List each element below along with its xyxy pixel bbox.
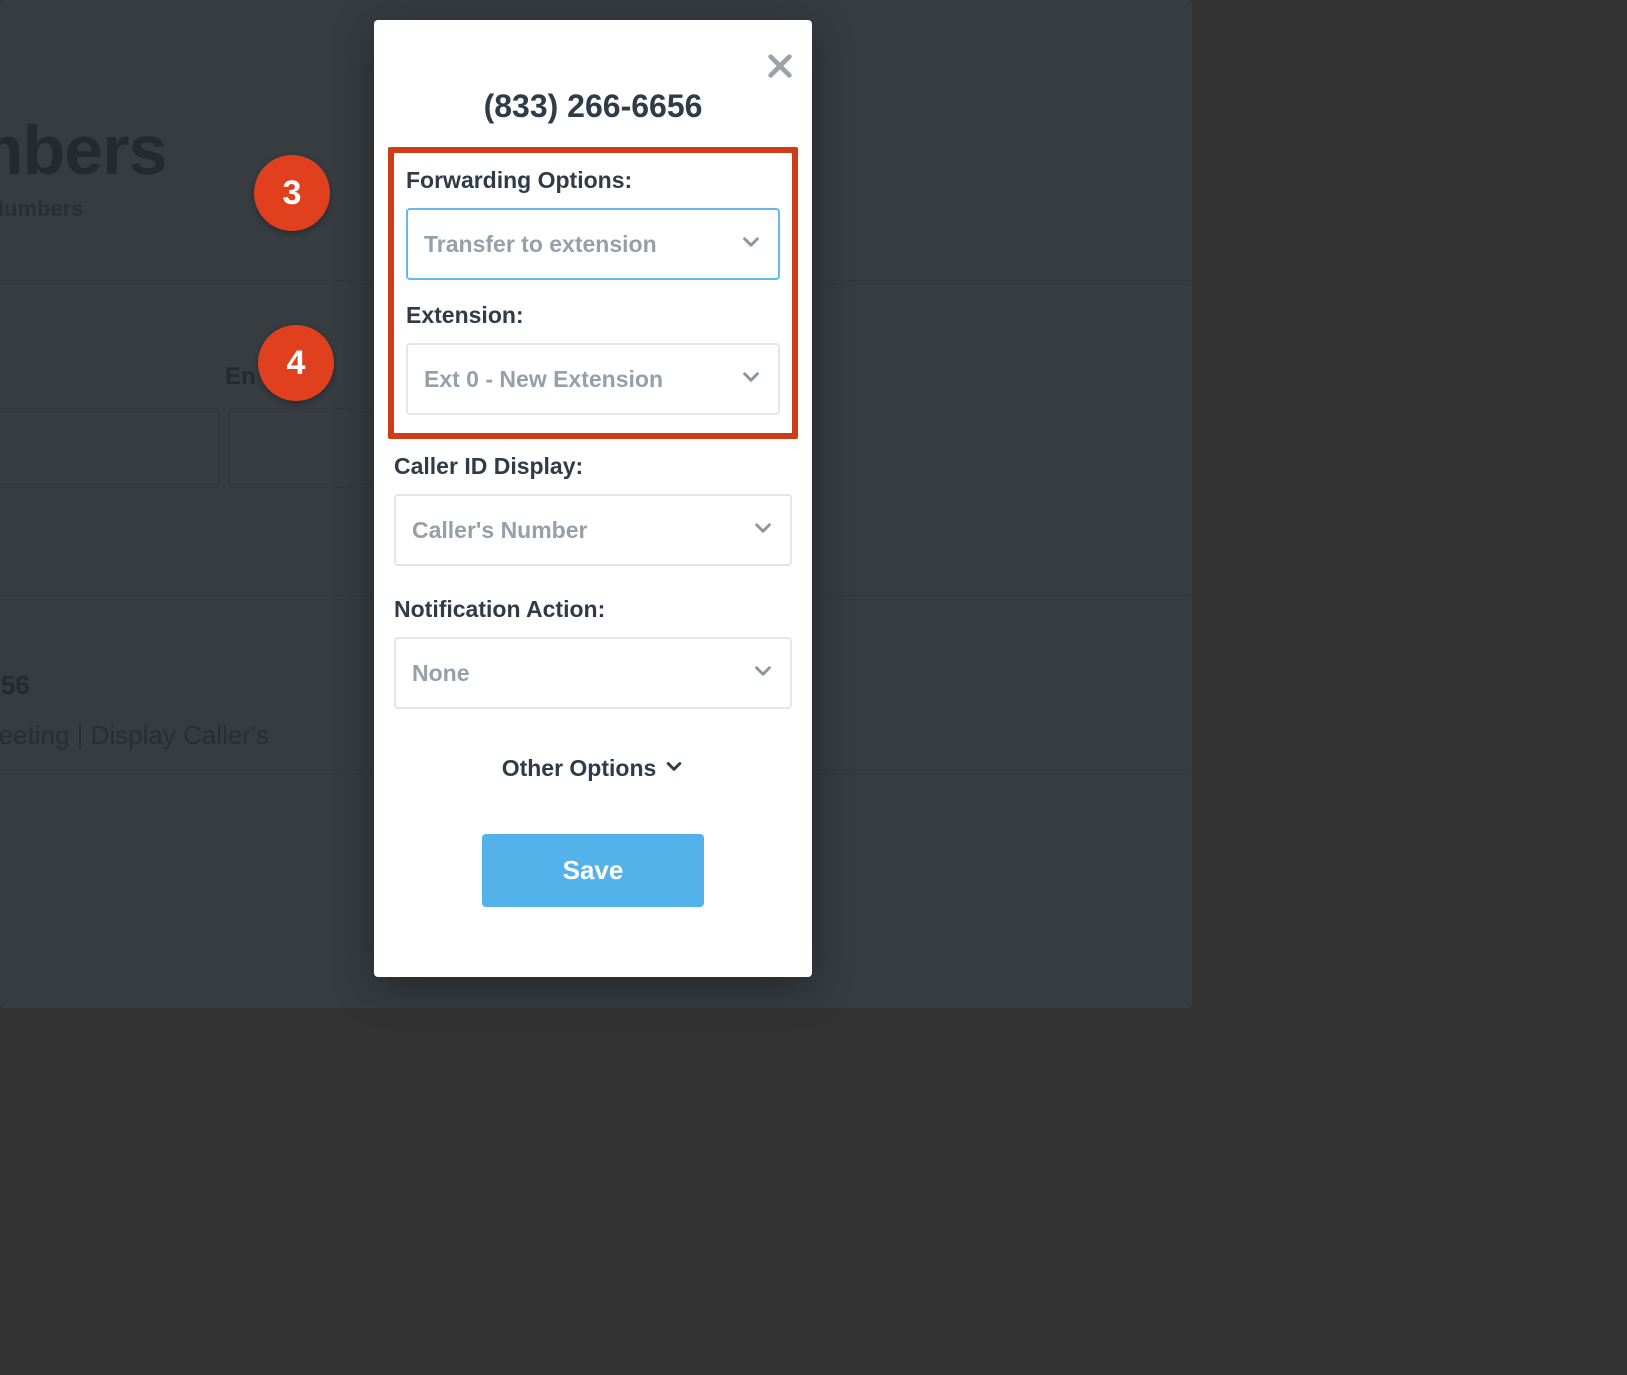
chevron-down-icon — [740, 231, 762, 258]
forwarding-options-select[interactable]: Transfer to extension — [406, 208, 780, 280]
extension-label: Extension: — [406, 302, 780, 329]
chevron-down-icon — [664, 755, 684, 782]
chevron-down-icon — [740, 366, 762, 393]
other-options-toggle[interactable]: Other Options — [394, 755, 792, 782]
close-button[interactable] — [766, 52, 794, 85]
chevron-down-icon — [752, 517, 774, 544]
notification-action-label: Notification Action: — [394, 596, 792, 623]
extension-value: Ext 0 - New Extension — [424, 366, 663, 393]
modal-title: (833) 266-6656 — [374, 88, 812, 125]
notification-action-value: None — [412, 660, 470, 687]
close-icon — [766, 67, 794, 84]
chevron-down-icon — [752, 660, 774, 687]
other-options-label: Other Options — [502, 755, 657, 782]
extension-select[interactable]: Ext 0 - New Extension — [406, 343, 780, 415]
caller-id-select[interactable]: Caller's Number — [394, 494, 792, 566]
forwarding-options-value: Transfer to extension — [424, 231, 657, 258]
caller-id-value: Caller's Number — [412, 517, 587, 544]
forwarding-options-label: Forwarding Options: — [406, 167, 780, 194]
notification-action-select[interactable]: None — [394, 637, 792, 709]
highlighted-fields-box: Forwarding Options: Transfer to extensio… — [388, 147, 798, 439]
step-badge-4: 4 — [258, 325, 334, 401]
save-button[interactable]: Save — [482, 834, 704, 907]
number-settings-modal: (833) 266-6656 Forwarding Options: Trans… — [374, 20, 812, 977]
caller-id-label: Caller ID Display: — [394, 453, 792, 480]
step-badge-3: 3 — [254, 155, 330, 231]
